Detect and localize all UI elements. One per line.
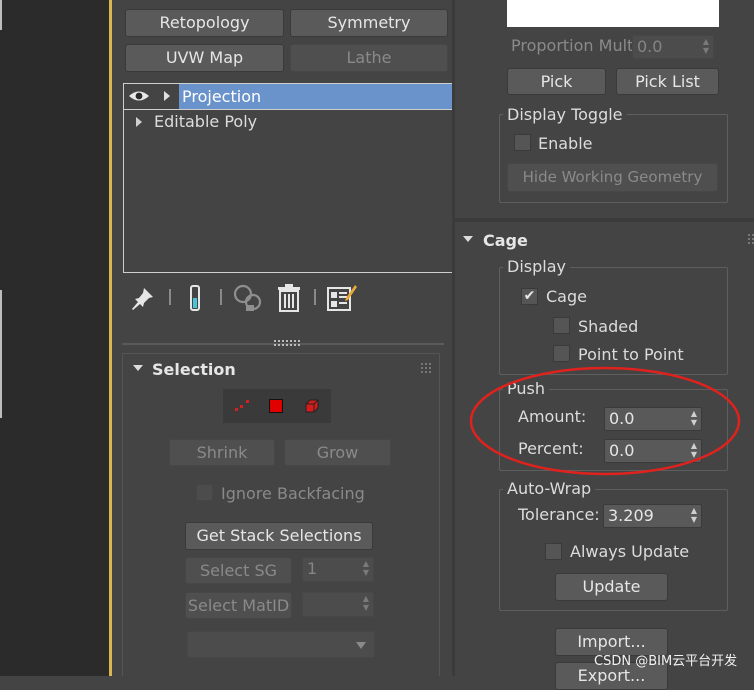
splitter-grip-icon[interactable]	[273, 339, 301, 347]
face-icon[interactable]	[269, 399, 283, 413]
always-update-label: Always Update	[570, 542, 690, 561]
select-matid-button[interactable]: Select MatID	[185, 592, 292, 619]
pick-list-button[interactable]: Pick List	[616, 68, 719, 95]
viewport[interactable]	[0, 0, 112, 676]
ignore-backfacing-label: Ignore Backfacing	[221, 484, 365, 503]
viewport-edge-mark	[0, 290, 2, 418]
always-update-checkbox[interactable]	[545, 543, 562, 560]
spinner-arrows-icon[interactable]: ▲ ▼	[691, 506, 697, 524]
cage-checkbox[interactable]: ✔	[521, 288, 538, 305]
shaded-checkbox[interactable]	[553, 317, 570, 334]
show-end-result-icon[interactable]	[187, 284, 203, 312]
stack-item-label: Editable Poly	[154, 112, 258, 131]
viewport-frame	[109, 0, 112, 676]
update-button[interactable]: Update	[555, 573, 668, 601]
point-to-point-label: Point to Point	[578, 345, 684, 364]
enable-checkbox[interactable]	[514, 134, 531, 151]
proportion-mult-spinner[interactable]: 0.0 ▲ ▼	[632, 35, 714, 59]
spinner-arrows-icon[interactable]: ▲ ▼	[703, 37, 709, 55]
pick-button[interactable]: Pick	[507, 68, 606, 95]
retopology-button[interactable]: Retopology	[125, 9, 284, 37]
rollout-divider	[455, 218, 754, 222]
tolerance-value: 3.209	[608, 506, 654, 525]
sg-value: 1	[307, 559, 318, 578]
rollout-grip-icon[interactable]	[748, 234, 754, 244]
expand-arrow-icon[interactable]	[164, 91, 170, 101]
selection-dropdown[interactable]	[187, 631, 375, 658]
sg-spinner[interactable]: 1 ▲ ▼	[302, 557, 374, 582]
rollout-grip-icon[interactable]	[421, 363, 431, 373]
collapse-arrow-icon[interactable]	[133, 365, 143, 371]
stack-item-projection[interactable]: Projection	[124, 84, 452, 109]
element-icon[interactable]	[303, 397, 321, 415]
separator	[220, 289, 222, 305]
pin-stack-icon[interactable]	[130, 285, 156, 311]
collapse-arrow-icon[interactable]	[463, 236, 473, 242]
separator	[314, 289, 316, 305]
display-title: Display	[503, 257, 570, 277]
configure-sets-icon[interactable]	[326, 282, 358, 314]
ignore-backfacing-checkbox[interactable]	[196, 484, 213, 501]
point-to-point-checkbox[interactable]	[553, 345, 570, 362]
subobject-toolbar	[223, 389, 331, 423]
proportion-mult-value: 0.0	[637, 37, 663, 56]
display-toggle-title: Display Toggle	[503, 105, 627, 125]
spinner-arrows-icon[interactable]: ▲ ▼	[363, 594, 369, 612]
enable-label: Enable	[538, 134, 593, 153]
expand-arrow-icon[interactable]	[136, 117, 142, 127]
selection-title[interactable]: Selection	[152, 360, 236, 379]
shaded-label: Shaded	[578, 317, 639, 336]
lathe-button[interactable]: Lathe	[290, 44, 448, 72]
stack-item-label: Projection	[182, 87, 262, 106]
viewport-edge-mark	[0, 0, 2, 30]
annotation-circle	[468, 364, 742, 478]
proportion-mult-label: Proportion Mult:	[511, 36, 639, 55]
cage-label: Cage	[546, 287, 587, 306]
get-stack-selections-button[interactable]: Get Stack Selections	[185, 522, 373, 550]
trash-icon[interactable]	[276, 283, 302, 313]
watermark: CSDN @BIM云平台开发	[594, 654, 738, 669]
eye-icon[interactable]	[128, 89, 150, 103]
make-unique-icon[interactable]	[232, 283, 264, 313]
spinner-arrows-icon[interactable]: ▲ ▼	[363, 559, 369, 577]
selection-rollout: Selection	[122, 353, 440, 676]
select-sg-button[interactable]: Select SG	[185, 557, 292, 584]
hide-working-geometry-button[interactable]: Hide Working Geometry	[507, 163, 718, 192]
separator	[169, 289, 171, 305]
panel-divider	[452, 0, 455, 676]
vertex-icon[interactable]	[231, 395, 253, 417]
cage-title[interactable]: Cage	[483, 231, 528, 250]
symmetry-button[interactable]: Symmetry	[290, 9, 448, 37]
stack-item-editable-poly[interactable]: Editable Poly	[124, 110, 452, 135]
tolerance-label: Tolerance:	[518, 505, 600, 524]
uvw-map-button[interactable]: UVW Map	[125, 44, 284, 72]
grow-button[interactable]: Grow	[284, 439, 391, 466]
shrink-button[interactable]: Shrink	[169, 439, 275, 466]
modifier-stack[interactable]: Projection Editable Poly	[123, 83, 453, 273]
white-field[interactable]	[507, 0, 719, 27]
chevron-down-icon	[356, 642, 366, 649]
tolerance-spinner[interactable]: 3.209 ▲ ▼	[603, 504, 702, 528]
matid-spinner[interactable]: ▲ ▼	[302, 592, 374, 617]
auto-wrap-title: Auto-Wrap	[503, 479, 596, 499]
